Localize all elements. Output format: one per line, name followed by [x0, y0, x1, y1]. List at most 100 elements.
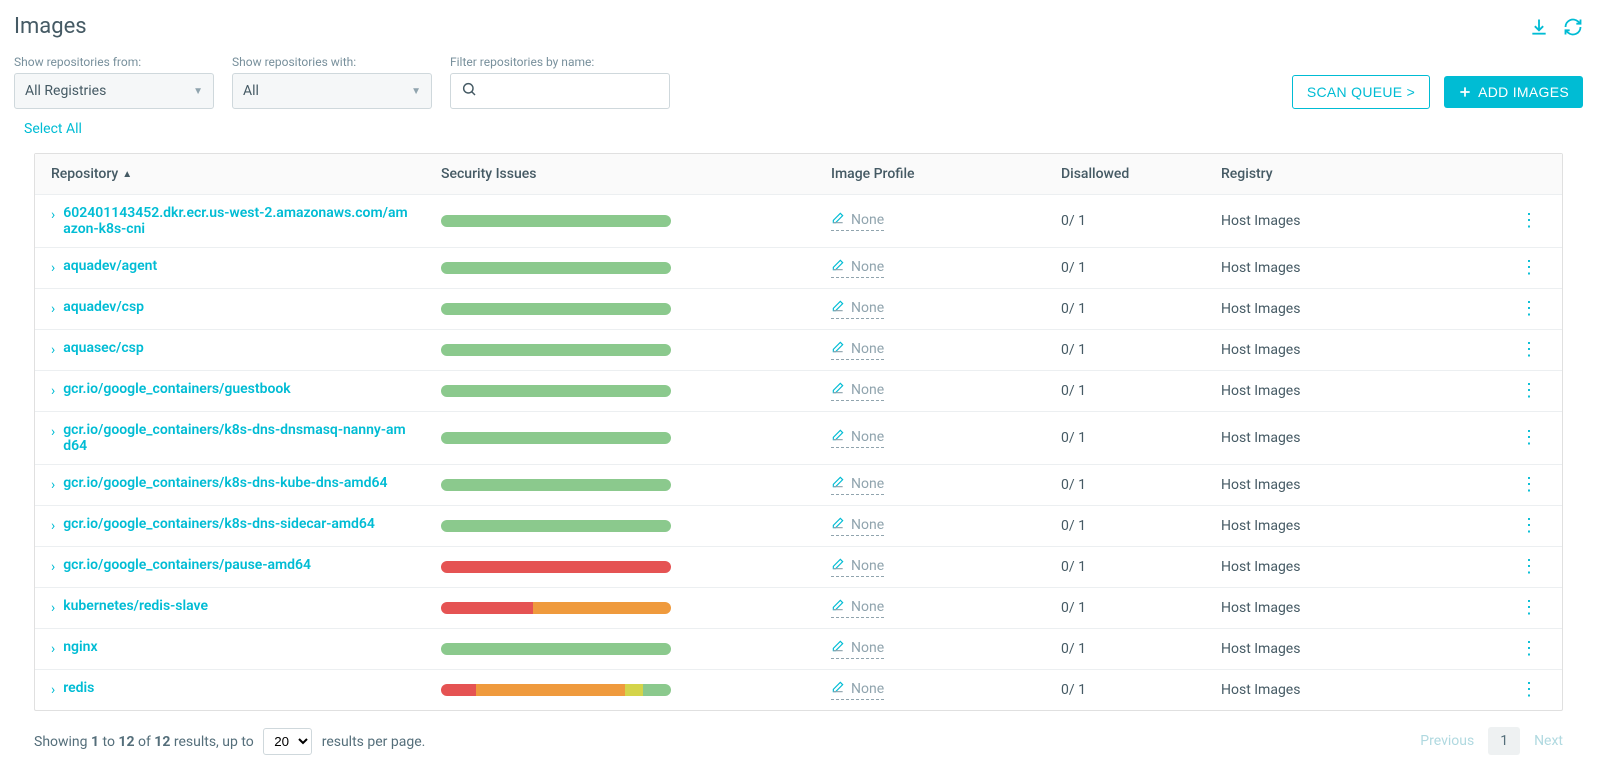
row-menu-icon[interactable]: ⋮	[1504, 259, 1554, 277]
image-profile[interactable]: None	[831, 680, 884, 700]
disallowed-value: 0/ 1	[1053, 213, 1213, 229]
with-select-value: All	[243, 83, 259, 99]
repo-link[interactable]: kubernetes/redis-slave	[63, 598, 208, 614]
image-profile[interactable]: None	[831, 516, 884, 536]
col-profile[interactable]: Image Profile	[823, 166, 1053, 182]
edit-icon	[831, 381, 845, 399]
image-profile[interactable]: None	[831, 557, 884, 577]
image-profile[interactable]: None	[831, 299, 884, 319]
security-bar	[441, 215, 671, 227]
edit-icon	[831, 258, 845, 276]
registries-select[interactable]: All Registries ▼	[14, 73, 214, 109]
disallowed-value: 0/ 1	[1053, 641, 1213, 657]
repo-link[interactable]: gcr.io/google_containers/k8s-dns-kube-dn…	[63, 475, 387, 491]
row-menu-icon[interactable]: ⋮	[1504, 382, 1554, 400]
expand-row-icon[interactable]: ›	[51, 598, 55, 618]
expand-row-icon[interactable]: ›	[51, 557, 55, 577]
image-profile[interactable]: None	[831, 211, 884, 231]
refresh-icon[interactable]	[1563, 17, 1583, 37]
registry-value: Host Images	[1213, 342, 1504, 358]
image-profile[interactable]: None	[831, 258, 884, 278]
with-select[interactable]: All ▼	[232, 73, 432, 109]
images-table: Repository ▲ Security Issues Image Profi…	[34, 153, 1563, 711]
row-menu-icon[interactable]: ⋮	[1504, 558, 1554, 576]
expand-row-icon[interactable]: ›	[51, 381, 55, 401]
registry-value: Host Images	[1213, 430, 1504, 446]
repo-link[interactable]: gcr.io/google_containers/guestbook	[63, 381, 290, 397]
image-profile[interactable]: None	[831, 340, 884, 360]
edit-icon	[831, 428, 845, 446]
security-bar	[441, 262, 671, 274]
expand-row-icon[interactable]: ›	[51, 680, 55, 700]
table-header: Repository ▲ Security Issues Image Profi…	[35, 154, 1562, 195]
repo-link[interactable]: gcr.io/google_containers/pause-amd64	[63, 557, 311, 573]
profile-value: None	[851, 259, 884, 275]
profile-value: None	[851, 476, 884, 492]
search-input[interactable]	[485, 83, 666, 99]
row-menu-icon[interactable]: ⋮	[1504, 429, 1554, 447]
expand-row-icon[interactable]: ›	[51, 639, 55, 659]
image-profile[interactable]: None	[831, 598, 884, 618]
edit-icon	[831, 475, 845, 493]
table-row: › aquasec/csp None 0/ 1 Host Images ⋮	[35, 330, 1562, 371]
image-profile[interactable]: None	[831, 428, 884, 448]
row-menu-icon[interactable]: ⋮	[1504, 640, 1554, 658]
expand-row-icon[interactable]: ›	[51, 205, 55, 225]
show-with-label: Show repositories with:	[232, 55, 432, 69]
previous-page[interactable]: Previous	[1420, 733, 1474, 749]
sort-asc-icon: ▲	[122, 169, 132, 180]
row-menu-icon[interactable]: ⋮	[1504, 212, 1554, 230]
security-bar	[441, 684, 671, 696]
download-icon[interactable]	[1529, 17, 1549, 37]
expand-row-icon[interactable]: ›	[51, 299, 55, 319]
repo-link[interactable]: gcr.io/google_containers/k8s-dns-sidecar…	[63, 516, 375, 532]
expand-row-icon[interactable]: ›	[51, 340, 55, 360]
repo-link[interactable]: redis	[63, 680, 94, 696]
expand-row-icon[interactable]: ›	[51, 475, 55, 495]
image-profile[interactable]: None	[831, 639, 884, 659]
col-disallowed[interactable]: Disallowed	[1053, 166, 1213, 182]
security-bar	[441, 602, 671, 614]
repo-link[interactable]: 602401143452.dkr.ecr.us-west-2.amazonaws…	[63, 205, 413, 237]
col-repository[interactable]: Repository ▲	[43, 166, 433, 182]
expand-row-icon[interactable]: ›	[51, 516, 55, 536]
show-from-label: Show repositories from:	[14, 55, 214, 69]
row-menu-icon[interactable]: ⋮	[1504, 341, 1554, 359]
row-menu-icon[interactable]: ⋮	[1504, 300, 1554, 318]
registry-value: Host Images	[1213, 301, 1504, 317]
repo-link[interactable]: aquadev/csp	[63, 299, 144, 315]
image-profile[interactable]: None	[831, 475, 884, 495]
select-all-link[interactable]: Select All	[24, 121, 82, 137]
page-size-select[interactable]: 20	[263, 728, 312, 755]
image-profile[interactable]: None	[831, 381, 884, 401]
repo-link[interactable]: gcr.io/google_containers/k8s-dns-dnsmasq…	[63, 422, 413, 454]
security-bar	[441, 479, 671, 491]
col-security[interactable]: Security Issues	[433, 166, 823, 182]
row-menu-icon[interactable]: ⋮	[1504, 517, 1554, 535]
profile-value: None	[851, 599, 884, 615]
registry-value: Host Images	[1213, 518, 1504, 534]
edit-icon	[831, 639, 845, 657]
registries-select-value: All Registries	[25, 83, 106, 99]
security-bar	[441, 344, 671, 356]
disallowed-value: 0/ 1	[1053, 342, 1213, 358]
row-menu-icon[interactable]: ⋮	[1504, 599, 1554, 617]
next-page[interactable]: Next	[1534, 733, 1563, 749]
repo-link[interactable]: nginx	[63, 639, 97, 655]
security-bar	[441, 520, 671, 532]
col-registry[interactable]: Registry	[1213, 166, 1504, 182]
disallowed-value: 0/ 1	[1053, 430, 1213, 446]
results-summary: Showing 1 to 12 of 12 results, up to 20 …	[34, 728, 425, 755]
scan-queue-button[interactable]: SCAN QUEUE >	[1292, 75, 1430, 109]
add-images-button[interactable]: ADD IMAGES	[1444, 76, 1583, 108]
expand-row-icon[interactable]: ›	[51, 422, 55, 442]
security-bar	[441, 303, 671, 315]
row-menu-icon[interactable]: ⋮	[1504, 681, 1554, 699]
repo-link[interactable]: aquadev/agent	[63, 258, 157, 274]
chevron-down-icon: ▼	[193, 86, 203, 97]
registry-value: Host Images	[1213, 260, 1504, 276]
repo-link[interactable]: aquasec/csp	[63, 340, 144, 356]
expand-row-icon[interactable]: ›	[51, 258, 55, 278]
row-menu-icon[interactable]: ⋮	[1504, 476, 1554, 494]
table-row: › kubernetes/redis-slave None 0/ 1 Host …	[35, 588, 1562, 629]
